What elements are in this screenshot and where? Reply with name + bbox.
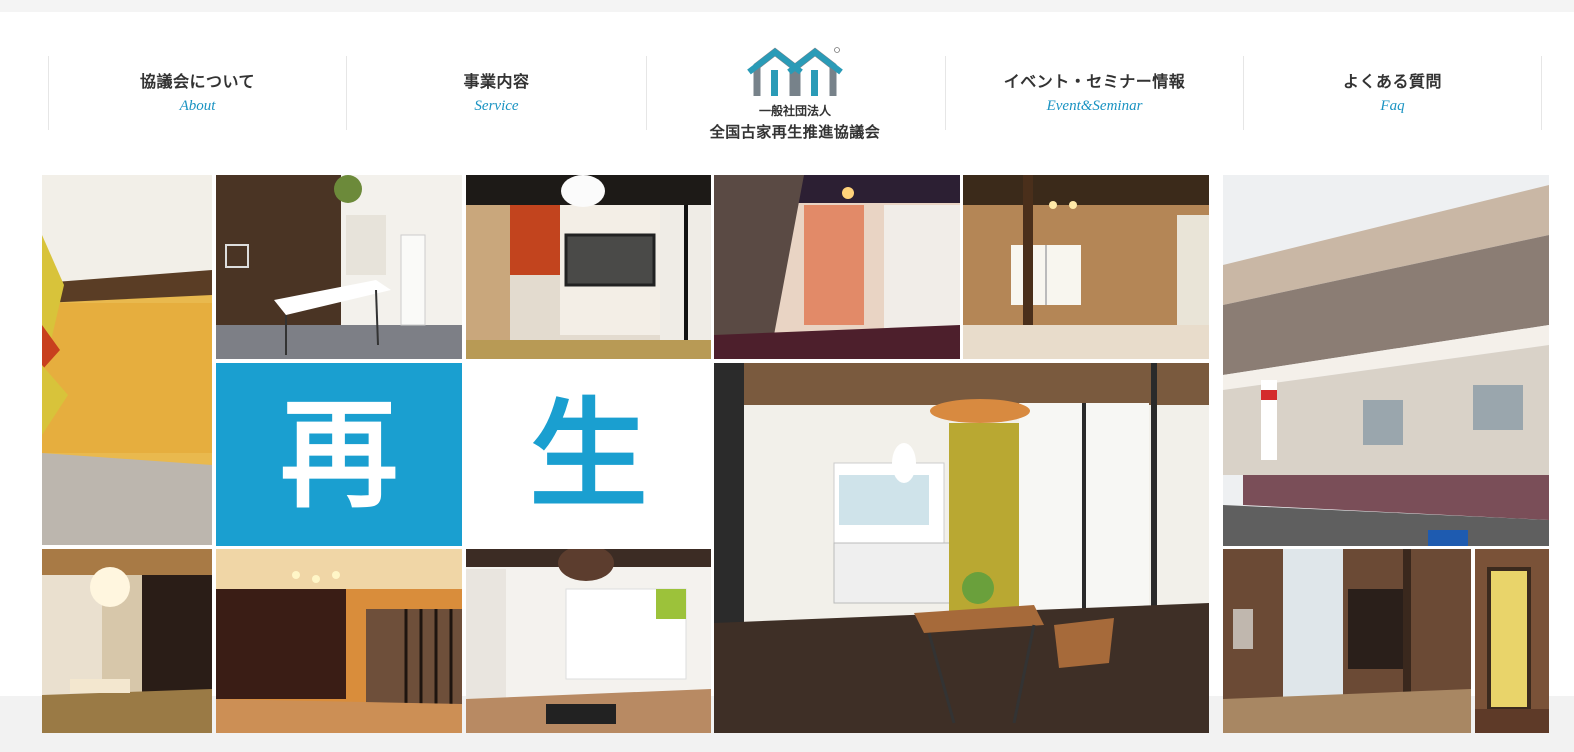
- gallery-photo-plywood-room: [963, 175, 1209, 359]
- gallery-photo-loft-room: [714, 175, 960, 359]
- nav-faq-label-en: Faq: [1380, 98, 1405, 114]
- logo-name: 全国古家再生推進協議会: [709, 123, 881, 141]
- kanji-tile-sei: 生: [466, 363, 711, 546]
- nav-item-service[interactable]: 事業内容 Service: [346, 56, 646, 130]
- gallery-photo-old-interior-b: [1475, 549, 1549, 733]
- nav-event-label-ja: イベント・セミナー情報: [1003, 72, 1186, 91]
- gallery-photo-lattice-room: [216, 549, 462, 733]
- gallery-photo-renovated-kitchen: [714, 363, 1209, 733]
- site-logo[interactable]: 一般社団法人 全国古家再生推進協議会: [700, 44, 890, 144]
- nav-about-label-ja: 協議会について: [139, 72, 256, 91]
- logo-subtitle: 一般社団法人: [758, 104, 831, 118]
- nav-divider: [646, 56, 647, 130]
- gallery-photo-bright-room: [466, 549, 711, 733]
- gallery-photo-tatami-room: [466, 175, 711, 359]
- gallery-photo-tatami-lamp: [42, 549, 212, 733]
- nav-service-label-ja: 事業内容: [463, 72, 530, 91]
- gallery-photo-dining-room: [216, 175, 462, 359]
- gallery-photo-old-interior-a: [1223, 549, 1471, 733]
- nav-item-faq[interactable]: よくある質問 Faq: [1243, 56, 1541, 130]
- house-logo-icon: [747, 47, 843, 96]
- gallery-photo-old-apartment: [1223, 175, 1549, 546]
- nav-faq-label-ja: よくある質問: [1342, 72, 1442, 91]
- nav-event-label-en: Event&Seminar: [1046, 98, 1143, 114]
- nav-item-event-seminar[interactable]: イベント・セミナー情報 Event&Seminar: [945, 56, 1243, 130]
- nav-about-label-en: About: [179, 98, 216, 114]
- kanji-sai: 再: [279, 384, 398, 524]
- kanji-tile-sai: 再: [216, 363, 462, 546]
- kanji-sei: 生: [529, 384, 648, 524]
- top-strip: [0, 0, 1574, 12]
- gallery-photo-yellow-room: [42, 175, 212, 545]
- nav-divider: [1541, 56, 1542, 130]
- nav-service-label-en: Service: [474, 98, 519, 114]
- nav-item-about[interactable]: 協議会について About: [48, 56, 346, 130]
